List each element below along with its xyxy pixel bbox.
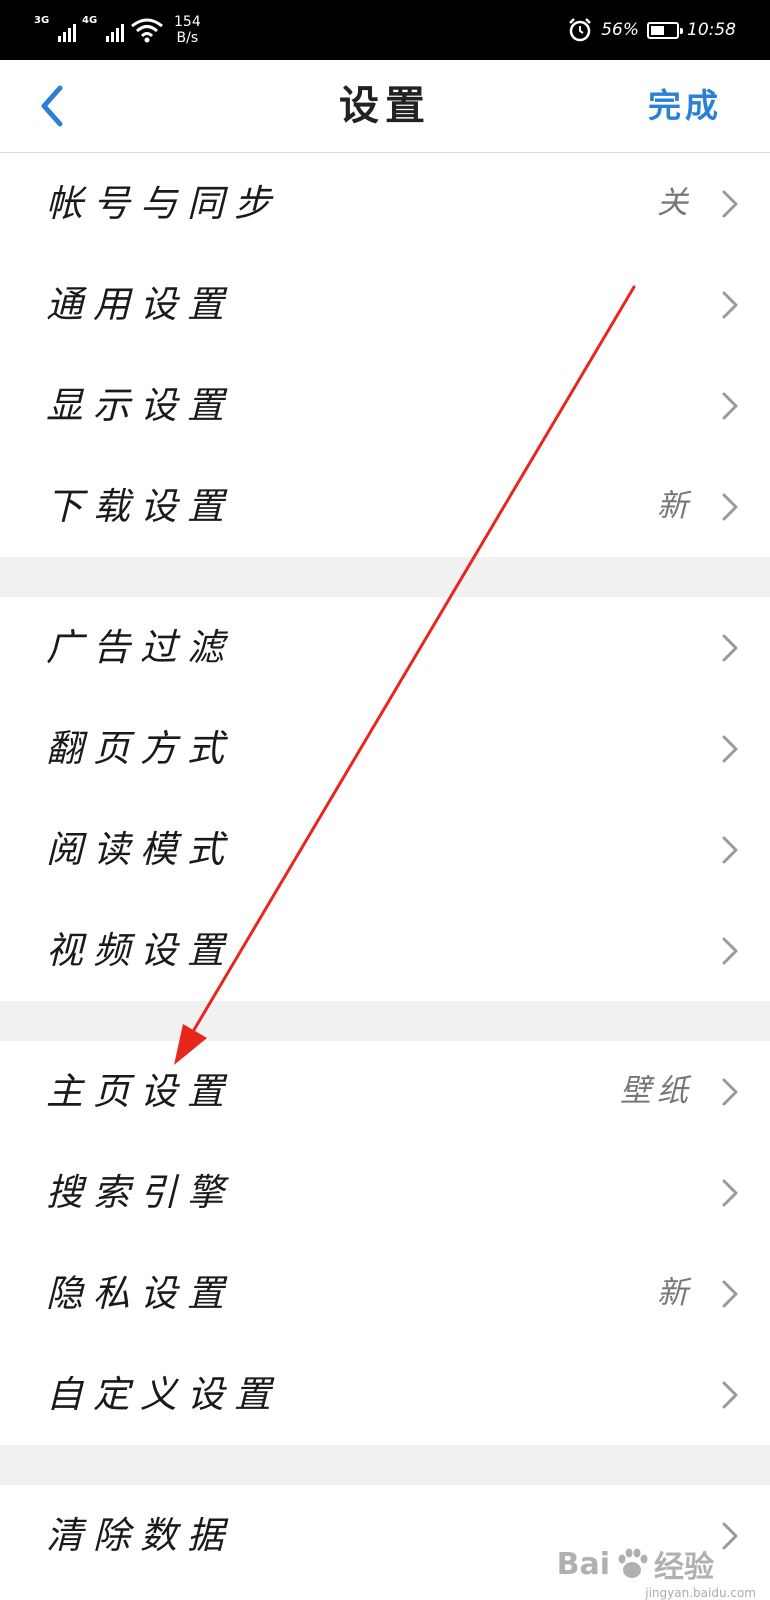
- settings-row[interactable]: 搜索引擎: [0, 1142, 770, 1243]
- chevron-right-icon: [722, 735, 738, 763]
- settings-group: 主页设置 壁纸搜索引擎隐私设置 新自定义设置: [0, 1041, 770, 1445]
- back-button[interactable]: [30, 78, 86, 134]
- status-bar: 3G 4G 154 B/s 56% 10:58: [0, 0, 770, 60]
- settings-row-label: 翻页方式: [46, 727, 234, 770]
- chevron-right-icon: [722, 836, 738, 864]
- battery-percent: 56%: [601, 20, 639, 40]
- settings-row[interactable]: 下载设置 新: [0, 456, 770, 557]
- settings-row-label: 通用设置: [46, 283, 234, 326]
- status-left: 3G 4G 154 B/s: [34, 10, 201, 50]
- settings-row-label: 视频设置: [46, 929, 234, 972]
- chevron-right-icon: [722, 1078, 738, 1106]
- chevron-right-icon: [722, 190, 738, 218]
- chevron-right-icon: [722, 1522, 738, 1550]
- settings-row-value: 新: [657, 1275, 694, 1311]
- chevron-right-icon: [722, 392, 738, 420]
- group-separator: [0, 1001, 770, 1041]
- watermark-suffix: 经验: [654, 1550, 714, 1585]
- nav-bar: 设置 完成: [0, 60, 770, 153]
- clock: 10:58: [687, 20, 736, 40]
- chevron-right-icon: [722, 634, 738, 662]
- baidu-watermark: Bai 经验: [557, 1542, 714, 1586]
- chevron-right-icon: [722, 1381, 738, 1409]
- group-separator: [0, 1445, 770, 1485]
- group-separator: [0, 557, 770, 597]
- settings-row-label: 显示设置: [46, 384, 234, 427]
- chevron-right-icon: [722, 1179, 738, 1207]
- watermark-brand: Bai: [556, 1546, 610, 1582]
- settings-group: 帐号与同步 关通用设置显示设置下载设置 新: [0, 153, 770, 557]
- sim1-type: 3G: [34, 15, 50, 26]
- settings-row-label: 隐私设置: [46, 1272, 234, 1315]
- settings-row[interactable]: 阅读模式: [0, 799, 770, 900]
- settings-row-label: 下载设置: [46, 485, 234, 528]
- wifi-icon: [131, 18, 163, 43]
- settings-row[interactable]: 翻页方式: [0, 698, 770, 799]
- battery-icon: [647, 21, 683, 39]
- settings-row-value: 壁纸: [620, 1073, 694, 1109]
- settings-row-label: 主页设置: [46, 1070, 234, 1113]
- chevron-right-icon: [722, 1280, 738, 1308]
- settings-row-label: 自定义设置: [46, 1373, 281, 1416]
- alarm-icon: [569, 18, 592, 42]
- back-chevron-icon: [41, 85, 63, 127]
- signal-icon: 3G: [34, 16, 76, 44]
- net-speed-unit: B/s: [176, 30, 199, 46]
- net-speed: 154 B/s: [174, 14, 201, 46]
- settings-row[interactable]: 视频设置: [0, 900, 770, 1001]
- settings-row[interactable]: 通用设置: [0, 254, 770, 355]
- settings-row-label: 广告过滤: [46, 626, 234, 669]
- chevron-right-icon: [722, 937, 738, 965]
- settings-row-label: 清除数据: [46, 1514, 234, 1557]
- done-button[interactable]: 完成: [648, 60, 722, 152]
- settings-list: 帐号与同步关通用设置 显示设置 下载设置新广告过滤 翻页方式 阅读模式 视频设置 主页设置壁…: [0, 153, 770, 1586]
- settings-row-label: 阅读模式: [46, 828, 234, 871]
- settings-row[interactable]: 自定义设置: [0, 1344, 770, 1445]
- settings-row-value: 关: [657, 185, 694, 221]
- watermark-domain: jingyan.baidu.com: [645, 1586, 756, 1600]
- status-right: 56% 10:58: [567, 10, 736, 50]
- paw-logo-icon: [618, 1548, 648, 1578]
- settings-row-label: 帐号与同步: [46, 182, 281, 225]
- settings-row[interactable]: 显示设置: [0, 355, 770, 456]
- chevron-right-icon: [722, 493, 738, 521]
- sim2-type: 4G: [82, 15, 98, 26]
- settings-group: 广告过滤翻页方式阅读模式视频设置: [0, 597, 770, 1001]
- chevron-right-icon: [722, 291, 738, 319]
- settings-row[interactable]: 帐号与同步 关: [0, 153, 770, 254]
- signal-icon: 4G: [82, 16, 124, 44]
- net-speed-value: 154: [174, 14, 201, 30]
- settings-row-label: 搜索引擎: [46, 1171, 234, 1214]
- settings-row[interactable]: 主页设置 壁纸: [0, 1041, 770, 1142]
- settings-row[interactable]: 隐私设置 新: [0, 1243, 770, 1344]
- settings-row[interactable]: 广告过滤: [0, 597, 770, 698]
- settings-row-value: 新: [657, 488, 694, 524]
